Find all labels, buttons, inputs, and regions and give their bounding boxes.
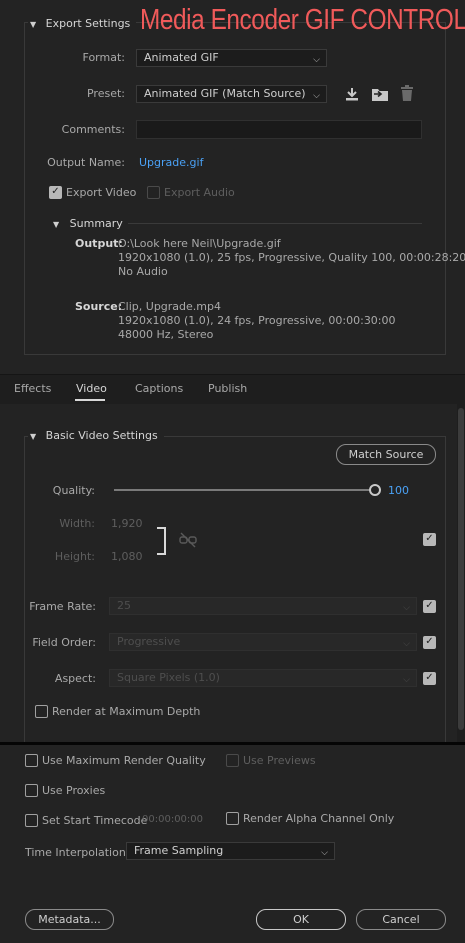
summary-source-line: Clip, Upgrade.mp4 <box>118 300 221 313</box>
chevron-down-icon: ⌵ <box>403 675 410 685</box>
use-previews-checkbox[interactable] <box>226 754 239 767</box>
export-audio-checkbox[interactable] <box>147 186 160 199</box>
dimensions-override-checkbox[interactable]: ✓ <box>423 533 436 546</box>
summary-divider <box>128 223 422 224</box>
aspect-dropdown[interactable]: Square Pixels (1.0) ⌵ <box>109 669 417 687</box>
set-start-timecode-checkbox[interactable] <box>25 814 38 827</box>
width-value[interactable]: 1,920 <box>111 517 143 530</box>
use-previews-label: Use Previews <box>243 754 316 767</box>
export-video-label: Export Video <box>66 186 137 199</box>
render-max-depth-checkbox[interactable] <box>35 705 48 718</box>
preset-value: Animated GIF (Match Source) <box>144 87 306 100</box>
link-bracket <box>157 527 166 555</box>
chevron-down-icon: ⌵ <box>321 848 328 858</box>
panel-divider <box>0 742 465 745</box>
collapse-triangle-icon: ▼ <box>53 220 60 229</box>
frame-rate-checkbox[interactable]: ✓ <box>423 600 436 613</box>
scrollbar-track[interactable] <box>457 404 465 742</box>
unlink-icon[interactable] <box>178 531 198 549</box>
render-max-depth-label: Render at Maximum Depth <box>52 705 201 718</box>
tab-video[interactable]: Video <box>76 382 107 395</box>
basic-video-settings-header[interactable]: ▼ Basic Video Settings <box>28 429 164 442</box>
render-alpha-only-checkbox[interactable] <box>226 812 239 825</box>
cancel-button[interactable]: Cancel <box>356 909 446 930</box>
quality-slider-handle[interactable] <box>369 484 381 496</box>
render-alpha-only-label: Render Alpha Channel Only <box>243 812 395 825</box>
ok-button[interactable]: OK <box>256 909 346 930</box>
export-audio-label: Export Audio <box>164 186 235 199</box>
height-value[interactable]: 1,080 <box>111 550 143 563</box>
metadata-button[interactable]: Metadata... <box>25 909 114 930</box>
save-preset-icon[interactable] <box>344 86 360 102</box>
preset-label: Preset: <box>86 87 125 100</box>
summary-source-details: Clip, Upgrade.mp4 1920x1080 (1.0), 24 fp… <box>118 300 396 342</box>
width-label: Width: <box>59 517 95 530</box>
tab-effects[interactable]: Effects <box>14 382 51 395</box>
quality-label: Quality: <box>52 484 95 497</box>
summary-header[interactable]: ▼ Summary <box>53 217 123 230</box>
quality-value[interactable]: 100 <box>388 484 409 497</box>
preset-dropdown[interactable]: Animated GIF (Match Source) ⌵ <box>136 85 327 103</box>
use-max-render-quality-label: Use Maximum Render Quality <box>42 754 206 767</box>
tab-video-underline <box>75 399 105 401</box>
use-proxies-label: Use Proxies <box>42 784 106 797</box>
time-interpolation-dropdown[interactable]: Frame Sampling ⌵ <box>126 842 335 860</box>
collapse-triangle-icon: ▼ <box>30 432 37 441</box>
import-preset-icon[interactable] <box>371 86 389 102</box>
chevron-down-icon: ⌵ <box>403 639 410 649</box>
time-interpolation-value: Frame Sampling <box>134 844 224 857</box>
frame-rate-dropdown[interactable]: 25 ⌵ <box>109 597 417 615</box>
chevron-down-icon: ⌵ <box>313 55 320 65</box>
scrollbar-thumb[interactable] <box>458 408 464 730</box>
field-order-dropdown[interactable]: Progressive ⌵ <box>109 633 417 651</box>
summary-output-line: O:\Look here Neil\Upgrade.gif <box>118 237 281 250</box>
format-label: Format: <box>82 51 125 64</box>
summary-source-line: 1920x1080 (1.0), 24 fps, Progressive, 00… <box>118 314 396 327</box>
summary-output-details: O:\Look here Neil\Upgrade.gif 1920x1080 … <box>118 237 465 279</box>
format-value: Animated GIF <box>144 51 219 64</box>
delete-preset-icon[interactable] <box>400 85 414 102</box>
frame-rate-label: Frame Rate: <box>29 600 96 613</box>
height-label: Height: <box>54 550 95 563</box>
format-dropdown[interactable]: Animated GIF ⌵ <box>136 49 327 67</box>
aspect-value: Square Pixels (1.0) <box>117 671 220 684</box>
basic-video-settings-title: Basic Video Settings <box>45 429 158 442</box>
tab-publish[interactable]: Publish <box>208 382 247 395</box>
summary-source-line: 48000 Hz, Stereo <box>118 328 214 341</box>
quality-slider[interactable] <box>114 489 376 491</box>
field-order-value: Progressive <box>117 635 181 648</box>
aspect-label: Aspect: <box>54 672 96 685</box>
output-name-label: Output Name: <box>47 156 125 169</box>
summary-output-line: No Audio <box>118 265 168 278</box>
export-settings-title: Export Settings <box>45 17 131 30</box>
collapse-triangle-icon: ▼ <box>30 20 37 29</box>
use-max-render-quality-checkbox[interactable] <box>25 754 38 767</box>
tab-captions[interactable]: Captions <box>135 382 183 395</box>
summary-source-label: Source: <box>75 300 123 313</box>
frame-rate-value: 25 <box>117 599 131 612</box>
start-timecode-value[interactable]: 00:00:00:00 <box>142 814 203 825</box>
export-video-checkbox[interactable]: ✓ <box>49 186 62 199</box>
use-proxies-checkbox[interactable] <box>25 784 38 797</box>
chevron-down-icon: ⌵ <box>403 603 410 613</box>
basic-video-settings-group <box>24 436 446 742</box>
summary-output-label: Output: <box>75 237 123 250</box>
chevron-down-icon: ⌵ <box>313 91 320 101</box>
match-source-button[interactable]: Match Source <box>336 444 436 465</box>
set-start-timecode-label: Set Start Timecode <box>42 814 148 827</box>
comments-label: Comments: <box>61 123 125 136</box>
overlay-title: Media Encoder GIF CONTROLS <box>140 4 465 36</box>
field-order-checkbox[interactable]: ✓ <box>423 636 436 649</box>
output-name-link[interactable]: Upgrade.gif <box>139 156 203 169</box>
summary-output-line: 1920x1080 (1.0), 25 fps, Progressive, Qu… <box>118 251 465 264</box>
field-order-label: Field Order: <box>32 636 96 649</box>
comments-input[interactable] <box>136 120 422 139</box>
summary-title: Summary <box>69 217 123 230</box>
time-interpolation-label: Time Interpolation: <box>25 846 130 859</box>
aspect-checkbox[interactable]: ✓ <box>423 672 436 685</box>
export-settings-header[interactable]: ▼ Export Settings <box>28 17 137 30</box>
